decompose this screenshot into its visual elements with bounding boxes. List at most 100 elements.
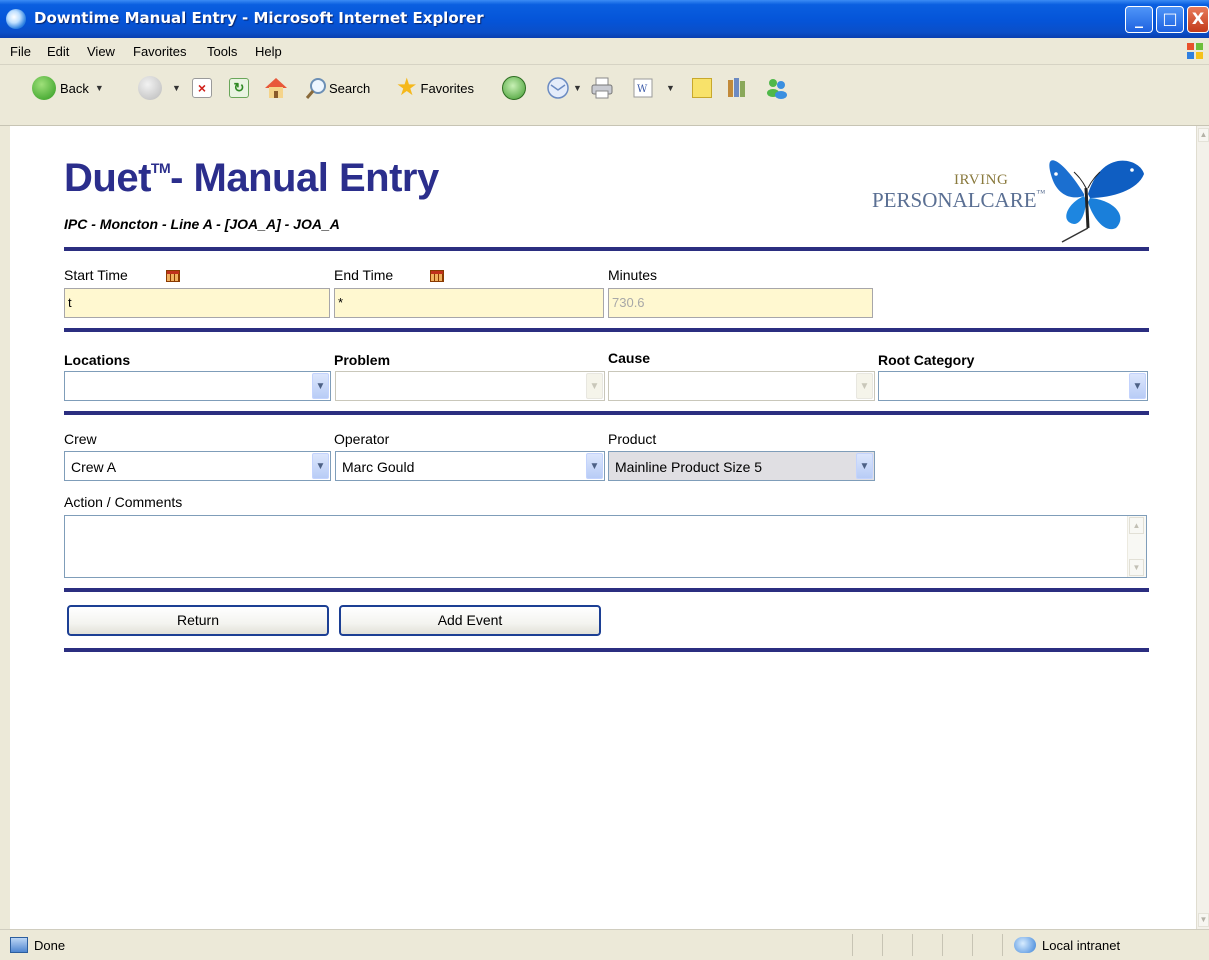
comments-scrollbar[interactable]: ▲ ▼: [1127, 516, 1146, 577]
scroll-up-icon[interactable]: ▲: [1129, 517, 1144, 534]
page-title-rest: - Manual Entry: [170, 156, 439, 200]
end-time-calendar-icon[interactable]: [430, 270, 444, 282]
status-segment: [942, 934, 943, 956]
menu-file[interactable]: File: [10, 44, 31, 59]
return-button[interactable]: Return: [67, 605, 329, 636]
crew-label: Crew: [64, 431, 97, 447]
page-subtitle: IPC - Moncton - Line A - [JOA_A] - JOA_A: [64, 216, 340, 232]
status-segment: [852, 934, 853, 956]
end-time-label: End Time: [334, 267, 394, 283]
close-button[interactable]: X: [1187, 6, 1209, 33]
note-icon: [692, 78, 712, 98]
status-segment: [972, 934, 973, 956]
end-time-input[interactable]: *: [334, 288, 604, 318]
menu-bar: File Edit View Favorites Tools Help: [0, 38, 1209, 65]
locations-select[interactable]: ▼: [64, 371, 331, 401]
svg-text:W: W: [637, 84, 648, 95]
menu-tools[interactable]: Tools: [207, 44, 237, 59]
menu-edit[interactable]: Edit: [47, 44, 69, 59]
minutes-field: 730.6: [608, 288, 873, 318]
status-segment: [1002, 934, 1003, 956]
comments-textarea[interactable]: ▲ ▼: [64, 515, 1147, 578]
trademark-mark: TM: [150, 160, 171, 176]
chevron-down-icon[interactable]: ▼: [586, 373, 603, 399]
chevron-down-icon: ▼: [172, 83, 181, 93]
browser-toolbar: Back ▼ ▼ × ↻ Search ★ Favorites ▼ W ▼: [0, 65, 1209, 126]
divider-1: [64, 247, 1149, 251]
root-category-select[interactable]: ▼: [878, 371, 1148, 401]
status-segment: [882, 934, 883, 956]
scroll-up-icon[interactable]: ▲: [1198, 128, 1209, 142]
window-title: Downtime Manual Entry - Microsoft Intern…: [34, 9, 484, 27]
page-title: DuetTM- Manual Entry: [64, 156, 439, 201]
history-button[interactable]: [502, 73, 530, 103]
mail-icon: [547, 77, 569, 99]
messenger-button[interactable]: [764, 73, 790, 103]
chevron-down-icon[interactable]: ▼: [586, 453, 603, 479]
chevron-down-icon[interactable]: ▼: [312, 453, 329, 479]
chevron-down-icon: ▼: [666, 83, 675, 93]
cause-select[interactable]: ▼: [608, 371, 875, 401]
problem-select[interactable]: ▼: [335, 371, 605, 401]
back-arrow-icon: [32, 76, 56, 100]
edit-button[interactable]: W ▼: [632, 73, 675, 103]
messenger-icon: [767, 79, 787, 99]
divider-5: [64, 648, 1149, 652]
minimize-button[interactable]: _: [1125, 6, 1153, 33]
locations-label: Locations: [64, 352, 131, 368]
crew-select[interactable]: Crew A ▼: [64, 451, 331, 481]
printer-icon: [591, 77, 613, 99]
star-icon: ★: [396, 74, 418, 101]
favorites-button[interactable]: ★ Favorites: [396, 73, 474, 103]
menu-favorites[interactable]: Favorites: [133, 44, 186, 59]
minutes-label: Minutes: [608, 267, 658, 283]
product-select[interactable]: Mainline Product Size 5 ▼: [608, 451, 875, 481]
status-text: Done: [34, 938, 66, 953]
stop-button[interactable]: ×: [192, 73, 216, 103]
operator-select[interactable]: Marc Gould ▼: [335, 451, 605, 481]
problem-label: Problem: [334, 352, 391, 368]
maximize-button[interactable]: □: [1156, 6, 1184, 33]
start-time-calendar-icon[interactable]: [166, 270, 180, 282]
home-button[interactable]: [263, 73, 289, 103]
mail-button[interactable]: ▼: [545, 73, 582, 103]
back-label: Back: [60, 80, 89, 96]
history-icon: [502, 76, 526, 100]
stop-icon: ×: [192, 78, 212, 98]
chevron-down-icon[interactable]: ▼: [312, 373, 329, 399]
word-document-icon: W: [633, 78, 653, 98]
refresh-icon: ↻: [229, 78, 249, 98]
print-button[interactable]: [589, 73, 615, 103]
operator-value: Marc Gould: [342, 459, 415, 475]
operator-label: Operator: [334, 431, 390, 447]
scroll-down-icon[interactable]: ▼: [1198, 913, 1209, 927]
add-event-button[interactable]: Add Event: [339, 605, 601, 636]
window-titlebar[interactable]: Downtime Manual Entry - Microsoft Intern…: [0, 0, 1209, 38]
maximize-icon: □: [1162, 9, 1178, 28]
butterfly-icon: [1049, 160, 1144, 243]
refresh-button[interactable]: ↻: [229, 73, 253, 103]
chevron-down-icon: ▼: [573, 83, 582, 93]
start-time-label: Start Time: [64, 267, 128, 283]
favorites-label: Favorites: [420, 80, 474, 96]
chevron-down-icon[interactable]: ▼: [1129, 373, 1146, 399]
divider-2: [64, 328, 1149, 332]
research-books-icon: [728, 78, 745, 97]
back-button[interactable]: Back ▼: [32, 73, 104, 103]
status-segment: [912, 934, 913, 956]
discuss-button[interactable]: [692, 73, 712, 103]
forward-button[interactable]: ▼: [138, 73, 181, 103]
chevron-down-icon[interactable]: ▼: [856, 453, 873, 479]
menu-help[interactable]: Help: [255, 44, 282, 59]
research-button[interactable]: [725, 73, 749, 103]
page-scrollbar[interactable]: ▲ ▼: [1196, 126, 1209, 929]
page-done-icon: [10, 937, 28, 953]
page-title-main: Duet: [64, 156, 151, 200]
scroll-down-icon[interactable]: ▼: [1129, 559, 1144, 576]
chevron-down-icon[interactable]: ▼: [856, 373, 873, 399]
product-label: Product: [608, 431, 657, 447]
search-button[interactable]: Search: [305, 73, 370, 103]
menu-view[interactable]: View: [87, 44, 115, 59]
start-time-input[interactable]: t: [64, 288, 330, 318]
search-label: Search: [329, 80, 371, 96]
